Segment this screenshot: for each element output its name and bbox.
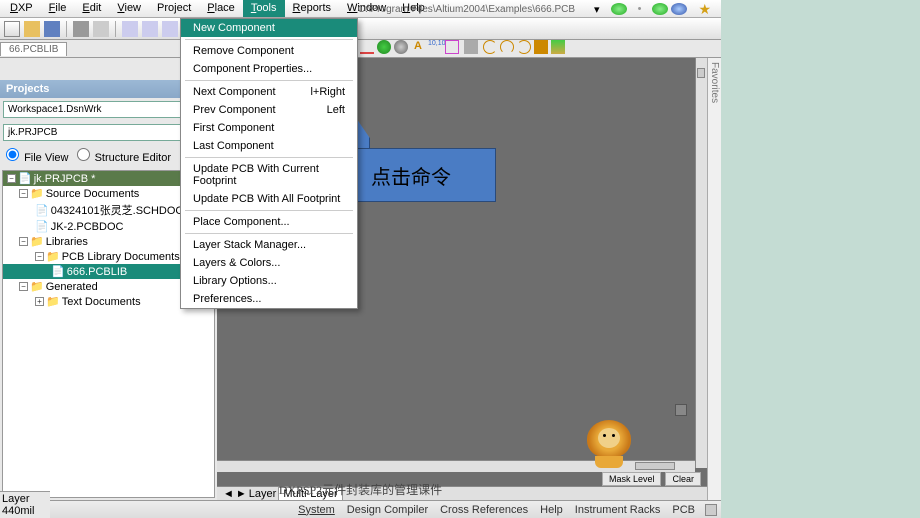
status-system[interactable]: System [296, 504, 337, 516]
preview-icon[interactable] [93, 21, 109, 37]
zoom-sel-icon[interactable] [122, 21, 138, 37]
menu-view[interactable]: View [109, 0, 149, 17]
coord-icon[interactable]: 10,10 [428, 40, 442, 54]
menu-library-options[interactable]: Library Options... [181, 272, 357, 290]
zoom-fit-icon[interactable] [142, 21, 158, 37]
new-icon[interactable] [4, 21, 20, 37]
title-path: C:\Program Files\Altium2004\Examples\666… [350, 1, 719, 17]
menu-new-component[interactable]: New Component [181, 19, 357, 37]
favorite-icon[interactable]: ★ [690, 0, 719, 20]
menu-prev-component[interactable]: Prev ComponentLeft [181, 101, 357, 119]
menu-layers-colors[interactable]: Layers & Colors... [181, 254, 357, 272]
layer-label: Layer [249, 488, 277, 500]
dropdown-icon[interactable]: ▾ [586, 1, 608, 18]
lion-mascot-icon [587, 420, 631, 468]
clear-button[interactable]: Clear [665, 472, 701, 486]
menu-first-component[interactable]: First Component [181, 119, 357, 137]
origin-marker [675, 404, 687, 416]
nav-fwd-icon[interactable] [652, 3, 668, 15]
nav-back-icon[interactable] [611, 3, 627, 15]
file-path: C:\Program Files\Altium2004\Examples\666… [350, 2, 583, 17]
file-view-radio[interactable]: File View [6, 148, 69, 164]
home-icon[interactable] [671, 3, 687, 15]
menu-bar: DXP File Edit View Project Place Tools R… [0, 0, 721, 18]
toolbar: A 10,10 [0, 18, 721, 40]
mask-level-button[interactable]: Mask Level [602, 472, 662, 486]
structure-editor-radio[interactable]: Structure Editor [77, 148, 171, 164]
tools-menu-dropdown: New Component Remove Component Component… [180, 18, 358, 309]
status-design-compiler[interactable]: Design Compiler [345, 504, 430, 516]
line-icon[interactable] [360, 40, 374, 54]
menu-remove-component[interactable]: Remove Component [181, 42, 357, 60]
status-cross-refs[interactable]: Cross References [438, 504, 530, 516]
status-help[interactable]: Help [538, 504, 565, 516]
callout-text: 点击命令 [371, 161, 451, 190]
menu-edit[interactable]: Edit [74, 0, 109, 17]
tab-pcblib[interactable]: 66.PCBLIB [0, 42, 67, 56]
print-icon[interactable] [73, 21, 89, 37]
menu-update-current[interactable]: Update PCB With Current Footprint [181, 160, 357, 190]
menu-place[interactable]: Place [199, 0, 243, 17]
open-icon[interactable] [24, 21, 40, 37]
workspace-select[interactable]: Workspace1.DsnWrk [3, 101, 197, 118]
zoom-area-icon[interactable] [162, 21, 178, 37]
fill-icon[interactable] [534, 40, 548, 54]
via-icon[interactable] [394, 40, 408, 54]
save-icon[interactable] [44, 21, 60, 37]
menu-dxp[interactable]: DXP [2, 0, 41, 17]
status-toggle-icon[interactable] [705, 504, 717, 516]
vertical-scrollbar[interactable] [695, 58, 707, 468]
menu-update-all[interactable]: Update PCB With All Footprint [181, 190, 357, 208]
page-caption: DXPSP2元件封装库的管理课件 [279, 481, 442, 498]
favorites-label: Favorites [709, 62, 720, 103]
array-icon[interactable] [551, 40, 565, 54]
menu-layer-stack[interactable]: Layer Stack Manager... [181, 236, 357, 254]
coord-readout: Layer 440mil [0, 491, 50, 518]
rect-icon[interactable] [445, 40, 459, 54]
menu-tools[interactable]: Tools [243, 0, 285, 17]
menu-project[interactable]: Project [149, 0, 199, 17]
pad-icon[interactable] [377, 40, 391, 54]
menu-file[interactable]: File [41, 0, 75, 17]
menu-next-component[interactable]: Next Componentl+Right [181, 83, 357, 101]
arc-center-icon[interactable] [483, 40, 497, 54]
menu-preferences[interactable]: Preferences... [181, 290, 357, 308]
status-instrument[interactable]: Instrument Racks [573, 504, 663, 516]
text-icon[interactable]: A [411, 40, 425, 54]
menu-component-props[interactable]: Component Properties... [181, 60, 357, 78]
status-pcb[interactable]: PCB [670, 504, 697, 516]
status-bar: System Design Compiler Cross References … [0, 500, 721, 518]
favorites-strip[interactable]: Favorites [707, 58, 721, 500]
menu-last-component[interactable]: Last Component [181, 137, 357, 155]
menu-place-component[interactable]: Place Component... [181, 213, 357, 231]
desktop-background [721, 0, 920, 518]
menu-reports[interactable]: Reports [285, 0, 340, 17]
arc-edge-icon[interactable] [500, 40, 514, 54]
arc-any-icon[interactable] [517, 40, 531, 54]
